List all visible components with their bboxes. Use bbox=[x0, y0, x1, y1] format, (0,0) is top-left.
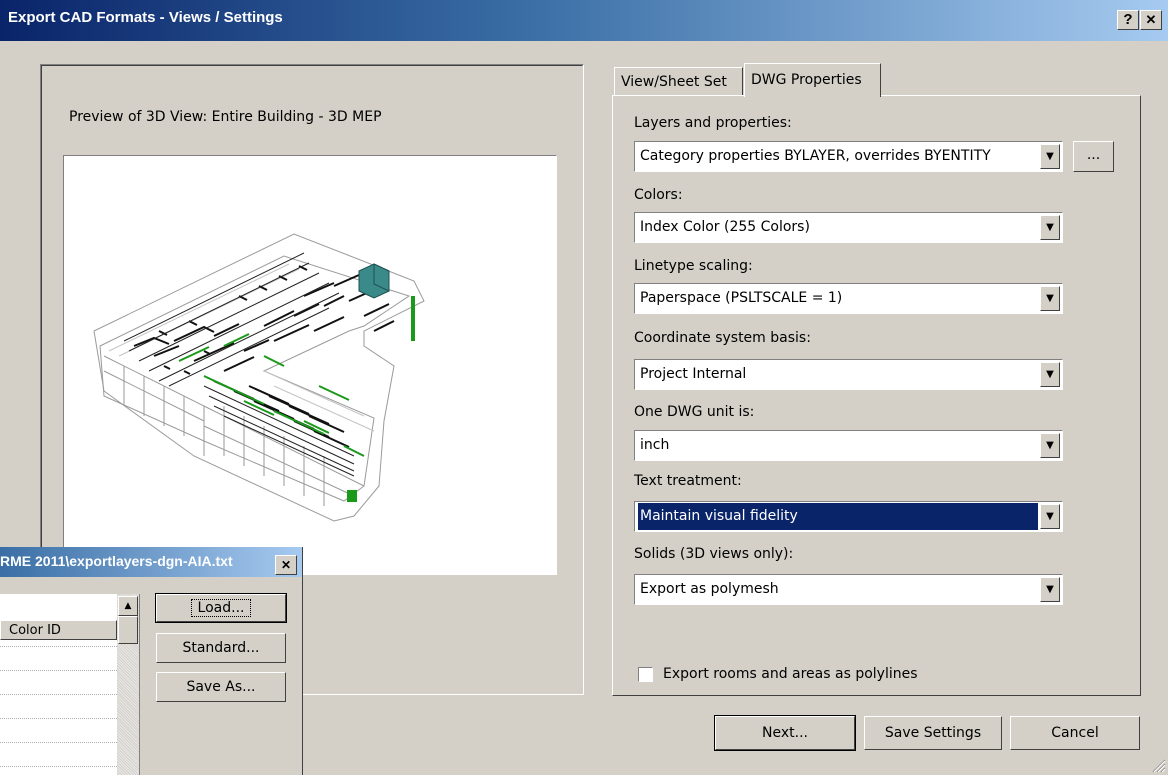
table-row[interactable] bbox=[0, 670, 117, 671]
color-id-column-header[interactable]: Color ID bbox=[0, 620, 117, 640]
help-button[interactable]: ? bbox=[1117, 10, 1139, 30]
preview-canvas bbox=[63, 155, 557, 575]
linetype-value: Paperspace (PSLTSCALE = 1) bbox=[640, 290, 843, 306]
table-row[interactable] bbox=[0, 646, 117, 647]
colors-label: Colors: bbox=[634, 187, 683, 203]
coords-select[interactable]: Project Internal ▼ bbox=[634, 359, 1063, 390]
cancel-button[interactable]: Cancel bbox=[1010, 716, 1140, 750]
table-row[interactable] bbox=[0, 766, 117, 767]
linetype-select[interactable]: Paperspace (PSLTSCALE = 1) ▼ bbox=[634, 283, 1063, 314]
vertical-scrollbar[interactable]: ▲ bbox=[117, 594, 139, 775]
table-row[interactable] bbox=[0, 694, 117, 695]
preview-label: Preview of 3D View: Entire Building - 3D… bbox=[69, 109, 382, 125]
resize-grip-icon[interactable] bbox=[1150, 757, 1166, 773]
export-rooms-checkbox[interactable] bbox=[638, 667, 653, 682]
chevron-down-icon[interactable]: ▼ bbox=[1040, 286, 1060, 311]
solids-label: Solids (3D views only): bbox=[634, 546, 794, 562]
tab-dwg-properties[interactable]: DWG Properties bbox=[744, 63, 881, 97]
layers-select[interactable]: Category properties BYLAYER, overrides B… bbox=[634, 141, 1063, 172]
standard-button[interactable]: Standard... bbox=[156, 633, 286, 663]
chevron-down-icon[interactable]: ▼ bbox=[1040, 215, 1060, 240]
chevron-down-icon[interactable]: ▼ bbox=[1040, 577, 1060, 602]
title-bar: Export CAD Formats - Views / Settings ? … bbox=[0, 0, 1168, 41]
unit-label: One DWG unit is: bbox=[634, 404, 755, 420]
linetype-label: Linetype scaling: bbox=[634, 258, 753, 274]
layers-label: Layers and properties: bbox=[634, 115, 792, 131]
text-label: Text treatment: bbox=[634, 473, 742, 489]
unit-value: inch bbox=[640, 437, 670, 453]
load-button-label: Load... bbox=[190, 599, 252, 617]
unit-select[interactable]: inch ▼ bbox=[634, 430, 1063, 461]
table-row[interactable] bbox=[0, 742, 117, 743]
solids-select[interactable]: Export as polymesh ▼ bbox=[634, 574, 1063, 605]
layer-dialog-close-button[interactable]: ✕ bbox=[275, 555, 297, 575]
colors-value: Index Color (255 Colors) bbox=[640, 219, 810, 235]
layers-value: Category properties BYLAYER, overrides B… bbox=[640, 148, 991, 164]
colors-select[interactable]: Index Color (255 Colors) ▼ bbox=[634, 212, 1063, 243]
text-value: Maintain visual fidelity bbox=[638, 503, 1038, 530]
coords-value: Project Internal bbox=[640, 366, 747, 382]
table-row[interactable] bbox=[0, 718, 117, 719]
save-as-button[interactable]: Save As... bbox=[156, 672, 286, 702]
chevron-down-icon[interactable]: ▼ bbox=[1040, 144, 1060, 169]
save-settings-button[interactable]: Save Settings bbox=[864, 716, 1002, 750]
window-title: Export CAD Formats - Views / Settings bbox=[8, 9, 283, 26]
chevron-down-icon[interactable]: ▼ bbox=[1040, 362, 1060, 387]
next-button[interactable]: Next... bbox=[714, 715, 856, 751]
layers-browse-button[interactable]: ... bbox=[1073, 141, 1114, 172]
building-3d-preview-image bbox=[93, 233, 425, 522]
layer-mapping-table[interactable]: Color ID ▲ bbox=[0, 594, 140, 775]
dwg-properties-panel bbox=[612, 95, 1141, 696]
coords-label: Coordinate system basis: bbox=[634, 330, 811, 346]
layer-dialog-title-bar: RME 2011\exportlayers-dgn-AIA.txt bbox=[0, 547, 302, 577]
text-select[interactable]: Maintain visual fidelity ▼ bbox=[634, 501, 1063, 532]
close-button[interactable]: ✕ bbox=[1140, 10, 1162, 30]
scroll-thumb[interactable] bbox=[118, 616, 138, 644]
layer-dialog-title: RME 2011\exportlayers-dgn-AIA.txt bbox=[0, 553, 233, 569]
tab-view-sheet-set[interactable]: View/Sheet Set bbox=[614, 67, 743, 97]
chevron-down-icon[interactable]: ▼ bbox=[1040, 504, 1060, 529]
export-rooms-label[interactable]: Export rooms and areas as polylines bbox=[663, 666, 918, 682]
scroll-up-icon[interactable]: ▲ bbox=[118, 596, 138, 616]
solids-value: Export as polymesh bbox=[640, 581, 779, 597]
chevron-down-icon[interactable]: ▼ bbox=[1040, 433, 1060, 458]
load-button[interactable]: Load... bbox=[155, 593, 287, 623]
